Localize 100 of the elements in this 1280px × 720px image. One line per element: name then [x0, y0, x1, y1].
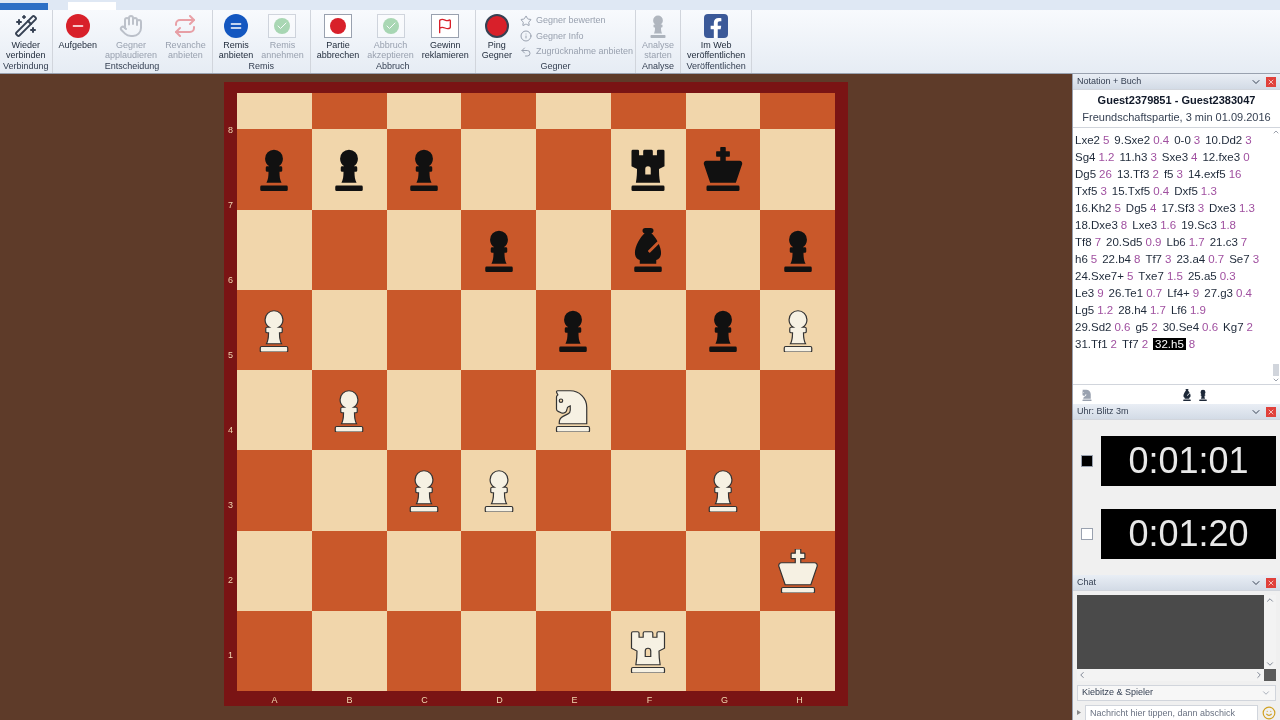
ribbon-button[interactable]: Remis anbieten: [214, 12, 258, 60]
move[interactable]: 20.Sd5: [1106, 236, 1143, 248]
move[interactable]: 26.Te1: [1108, 287, 1144, 299]
ribbon-button[interactable]: Im Web veröffentlichen: [683, 12, 750, 60]
move[interactable]: 18.Dxe3: [1075, 219, 1118, 231]
board-square[interactable]: [536, 370, 611, 451]
close-icon[interactable]: [1266, 406, 1276, 417]
scrollbar-thumb[interactable]: [1273, 364, 1279, 376]
move[interactable]: 23.a4: [1176, 253, 1206, 265]
move[interactable]: 10.Dd2: [1205, 134, 1243, 146]
group-label: Veröffentlichen: [686, 60, 746, 73]
move-time: 26: [1099, 168, 1112, 180]
move[interactable]: Lb6: [1166, 236, 1186, 248]
move[interactable]: Txe7: [1138, 270, 1164, 282]
move-time: 0.6: [1114, 321, 1131, 333]
smiley-icon[interactable]: [1262, 705, 1276, 720]
move[interactable]: 15.Txf5: [1111, 185, 1151, 197]
move[interactable]: Dxf5: [1174, 185, 1198, 197]
board-square[interactable]: [685, 289, 761, 370]
close-icon[interactable]: [1266, 76, 1276, 87]
move[interactable]: 9.Sxe2: [1114, 134, 1151, 146]
move[interactable]: Dxe3: [1209, 202, 1236, 214]
file-label: F: [646, 694, 653, 705]
move[interactable]: 16.Kh2: [1075, 202, 1112, 214]
board-square[interactable]: [237, 289, 312, 370]
move-time: 1.3: [1238, 202, 1255, 214]
move[interactable]: Lg5: [1075, 304, 1095, 316]
event-info: Freundschaftspartie, 3 min 01.09.2016: [1073, 108, 1280, 128]
scroll-down-icon[interactable]: [1265, 659, 1275, 669]
move[interactable]: 17.Sf3: [1161, 202, 1195, 214]
move[interactable]: Lf4+: [1167, 287, 1190, 299]
move[interactable]: Le3: [1075, 287, 1095, 299]
board-square[interactable]: [386, 450, 462, 531]
ribbon-button[interactable]: Ping Gegner: [477, 12, 516, 60]
move[interactable]: Tf7: [1145, 253, 1162, 265]
scroll-left-icon[interactable]: [1077, 670, 1087, 680]
board-square[interactable]: [311, 370, 387, 451]
board-square[interactable]: [311, 129, 387, 210]
scroll-up-icon[interactable]: [1265, 595, 1275, 605]
move[interactable]: Kg7: [1223, 321, 1244, 333]
move[interactable]: 14.exf5: [1187, 168, 1226, 180]
move[interactable]: 24.Sxe7+: [1075, 270, 1124, 282]
board-square[interactable]: [685, 129, 761, 210]
move[interactable]: 21.c3: [1209, 236, 1238, 248]
equals-icon: [223, 14, 248, 38]
move[interactable]: 13.Tf3: [1116, 168, 1150, 180]
move[interactable]: 32.h5: [1153, 338, 1186, 350]
move[interactable]: 27.g3: [1204, 287, 1233, 299]
clock-display: 0:01:20: [1101, 509, 1276, 560]
move-time: 3: [1252, 253, 1260, 265]
board-square[interactable]: [685, 450, 761, 531]
close-icon[interactable]: [1266, 577, 1276, 588]
scroll-up-icon[interactable]: [1272, 128, 1280, 136]
ribbon-button[interactable]: Partie abbrechen: [312, 12, 364, 60]
move[interactable]: Tf7: [1122, 338, 1139, 350]
move[interactable]: Se7: [1229, 253, 1250, 265]
move[interactable]: 11.h3: [1119, 151, 1148, 163]
board-square[interactable]: [610, 129, 686, 210]
move[interactable]: g5: [1135, 321, 1149, 333]
board-square[interactable]: [610, 209, 686, 290]
scrollbar[interactable]: [1272, 128, 1280, 384]
move[interactable]: 28.h4: [1118, 304, 1147, 316]
scroll-down-icon[interactable]: [1272, 376, 1280, 384]
move[interactable]: Sxe3: [1161, 151, 1189, 163]
ribbon-button[interactable]: Gewinn reklamieren: [417, 12, 473, 60]
move[interactable]: 29.Sd2: [1075, 321, 1112, 333]
move[interactable]: 30.Se4: [1162, 321, 1200, 333]
file-label: E: [571, 694, 578, 705]
move[interactable]: Txf5: [1075, 185, 1098, 197]
move[interactable]: 31.Tf1: [1075, 338, 1108, 350]
move[interactable]: Dg5: [1075, 168, 1097, 180]
knight-icon[interactable]: [1081, 388, 1093, 401]
board-square[interactable]: [610, 610, 686, 691]
pawn-icon[interactable]: [1197, 388, 1209, 401]
move[interactable]: Lf6: [1170, 304, 1187, 316]
move-time: 1.5: [1166, 270, 1183, 282]
move[interactable]: Dg5: [1125, 202, 1147, 214]
move[interactable]: Lxe3: [1132, 219, 1158, 231]
move[interactable]: 25.a5: [1187, 270, 1217, 282]
scroll-right-icon[interactable]: [1254, 670, 1264, 680]
move[interactable]: h6: [1075, 253, 1088, 265]
move-time: 0.6: [1202, 321, 1219, 333]
move[interactable]: 12.fxe3: [1202, 151, 1241, 163]
message-input[interactable]: Nachricht hier tippen, dann abschick: [1085, 704, 1258, 720]
ribbon-button[interactable]: Aufgeben: [54, 12, 102, 50]
move-time: 0.7: [1146, 287, 1163, 299]
board-square[interactable]: [760, 530, 835, 611]
board-square[interactable]: [386, 129, 462, 210]
move-time: 0.9: [1145, 236, 1162, 248]
move[interactable]: Lxe2: [1075, 134, 1100, 146]
move[interactable]: 19.Sc3: [1181, 219, 1217, 231]
move[interactable]: 22.b4: [1102, 253, 1131, 265]
move[interactable]: Sg4: [1075, 151, 1096, 163]
move[interactable]: f5: [1163, 168, 1174, 180]
audience-dropdown[interactable]: Kiebitze & Spieler: [1077, 685, 1276, 701]
ribbon-button[interactable]: Wieder verbinden: [2, 12, 50, 60]
bishop-icon[interactable]: [1181, 388, 1193, 401]
move[interactable]: Tf8: [1075, 236, 1092, 248]
move[interactable]: 0-0: [1174, 134, 1191, 146]
star-icon: [519, 14, 532, 27]
